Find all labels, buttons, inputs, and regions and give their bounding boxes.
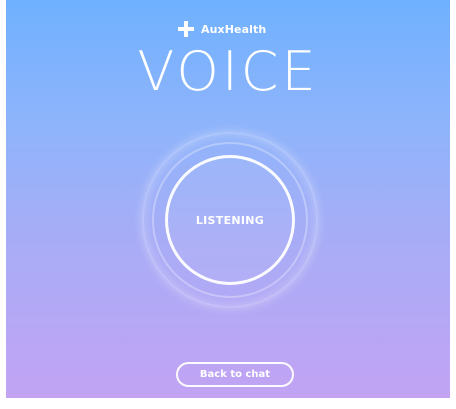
- brand: AuxHealth: [178, 21, 266, 37]
- listening-status-label: LISTENING: [195, 213, 265, 227]
- page-title: VOICE: [137, 40, 319, 103]
- listening-indicator: LISTENING: [140, 130, 320, 310]
- listening-button[interactable]: LISTENING: [165, 155, 295, 285]
- brand-name: AuxHealth: [201, 22, 267, 36]
- back-to-chat-button[interactable]: Back to chat: [176, 362, 294, 387]
- voice-screen: AuxHealth VOICE LISTENING Back to chat: [6, 0, 450, 398]
- medical-cross-icon: [178, 21, 194, 37]
